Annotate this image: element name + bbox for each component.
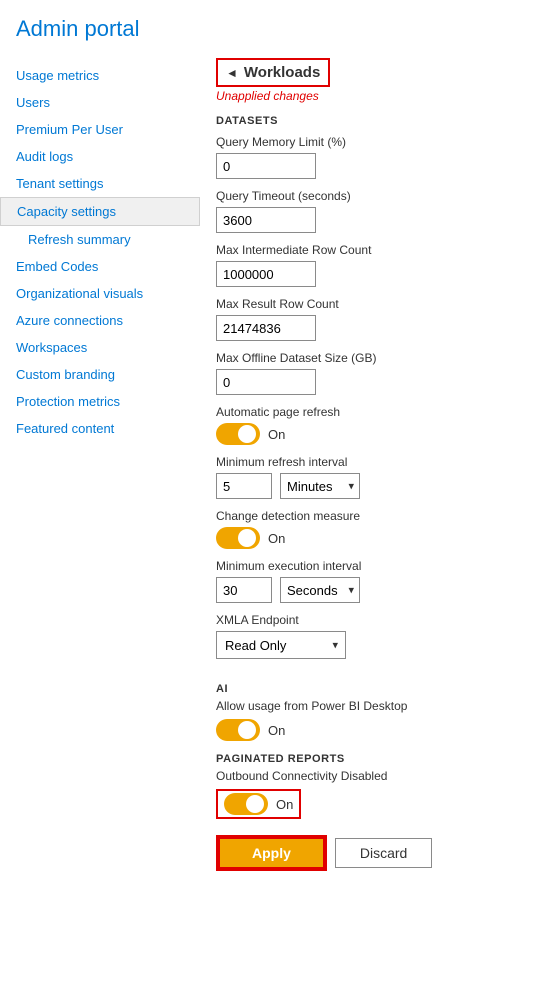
min-refresh-unit-wrapper: Minutes Hours Days <box>280 473 360 499</box>
query-memory-label: Query Memory Limit (%) <box>216 135 541 149</box>
sidebar-item-tenant-settings[interactable]: Tenant settings <box>0 170 200 197</box>
ai-toggle-row: On <box>216 719 541 741</box>
sidebar-item-audit-logs[interactable]: Audit logs <box>0 143 200 170</box>
change-detection-toggle[interactable] <box>216 527 260 549</box>
change-detection-row: On <box>216 527 541 549</box>
main-layout: Usage metricsUsersPremium Per UserAudit … <box>0 58 557 887</box>
query-timeout-label: Query Timeout (seconds) <box>216 189 541 203</box>
sidebar: Usage metricsUsersPremium Per UserAudit … <box>0 58 200 887</box>
paginated-section-header: PAGINATED REPORTS <box>216 753 541 765</box>
max-result-label: Max Result Row Count <box>216 297 541 311</box>
auto-page-refresh-toggle-label: On <box>268 427 285 442</box>
toggle-thumb-4 <box>246 795 264 813</box>
min-execution-unit-wrapper: Seconds Minutes <box>280 577 360 603</box>
auto-page-refresh-label: Automatic page refresh <box>216 405 541 419</box>
min-refresh-row: Minutes Hours Days <box>216 473 541 499</box>
auto-page-refresh-row: On <box>216 423 541 445</box>
page-container: Admin portal Usage metricsUsersPremium P… <box>0 0 557 887</box>
ai-toggle[interactable] <box>216 719 260 741</box>
min-execution-input[interactable] <box>216 577 272 603</box>
min-execution-row: Seconds Minutes <box>216 577 541 603</box>
paginated-toggle-label: On <box>276 797 293 812</box>
max-result-field: Max Result Row Count <box>216 297 541 341</box>
xmla-label: XMLA Endpoint <box>216 613 541 627</box>
sidebar-item-workspaces[interactable]: Workspaces <box>0 334 200 361</box>
unapplied-changes-text: Unapplied changes <box>216 89 541 103</box>
paginated-toggle[interactable] <box>224 793 268 815</box>
change-detection-label: Change detection measure <box>216 509 541 523</box>
sidebar-item-users[interactable]: Users <box>0 89 200 116</box>
page-title: Admin portal <box>0 16 557 58</box>
discard-button[interactable]: Discard <box>335 838 432 868</box>
sidebar-item-capacity-settings[interactable]: Capacity settings <box>0 197 200 226</box>
apply-button[interactable]: Apply <box>218 837 325 869</box>
ai-section-header: AI <box>216 683 541 695</box>
xmla-select[interactable]: Off Read Only Read Write <box>216 631 346 659</box>
max-result-input[interactable] <box>216 315 316 341</box>
query-timeout-field: Query Timeout (seconds) <box>216 189 541 233</box>
max-offline-field: Max Offline Dataset Size (GB) <box>216 351 541 395</box>
min-refresh-input[interactable] <box>216 473 272 499</box>
paginated-sub-label: Outbound Connectivity Disabled <box>216 769 541 783</box>
min-refresh-label: Minimum refresh interval <box>216 455 541 469</box>
sidebar-item-embed-codes[interactable]: Embed Codes <box>0 253 200 280</box>
max-offline-label: Max Offline Dataset Size (GB) <box>216 351 541 365</box>
max-intermediate-field: Max Intermediate Row Count <box>216 243 541 287</box>
max-offline-input[interactable] <box>216 369 316 395</box>
ai-toggle-label: On <box>268 723 285 738</box>
ai-sub-label: Allow usage from Power BI Desktop <box>216 699 541 713</box>
max-intermediate-input[interactable] <box>216 261 316 287</box>
sidebar-item-premium-per-user[interactable]: Premium Per User <box>0 116 200 143</box>
sidebar-item-organizational-visuals[interactable]: Organizational visuals <box>0 280 200 307</box>
max-intermediate-label: Max Intermediate Row Count <box>216 243 541 257</box>
sidebar-item-usage-metrics[interactable]: Usage metrics <box>0 62 200 89</box>
change-detection-toggle-label: On <box>268 531 285 546</box>
xmla-select-wrapper: Off Read Only Read Write <box>216 631 346 659</box>
toggle-thumb-3 <box>238 721 256 739</box>
action-row: Apply Discard <box>216 835 541 871</box>
main-content: ◄ Workloads Unapplied changes DATASETS Q… <box>200 58 557 887</box>
sidebar-item-protection-metrics[interactable]: Protection metrics <box>0 388 200 415</box>
min-execution-unit-select[interactable]: Seconds Minutes <box>280 577 360 603</box>
sidebar-item-custom-branding[interactable]: Custom branding <box>0 361 200 388</box>
min-execution-label: Minimum execution interval <box>216 559 541 573</box>
workloads-header[interactable]: ◄ Workloads <box>216 58 330 87</box>
apply-btn-wrapper: Apply <box>216 835 327 871</box>
workloads-title: Workloads <box>244 64 320 81</box>
min-refresh-unit-select[interactable]: Minutes Hours Days <box>280 473 360 499</box>
collapse-arrow-icon: ◄ <box>226 66 238 80</box>
sidebar-item-featured-content[interactable]: Featured content <box>0 415 200 442</box>
query-memory-field: Query Memory Limit (%) <box>216 135 541 179</box>
auto-page-refresh-toggle[interactable] <box>216 423 260 445</box>
sidebar-item-refresh-summary[interactable]: Refresh summary <box>0 226 200 253</box>
datasets-section-header: DATASETS <box>216 115 541 127</box>
toggle-thumb <box>238 425 256 443</box>
sidebar-item-azure-connections[interactable]: Azure connections <box>0 307 200 334</box>
query-timeout-input[interactable] <box>216 207 316 233</box>
query-memory-input[interactable] <box>216 153 316 179</box>
toggle-thumb-2 <box>238 529 256 547</box>
paginated-toggle-wrapper[interactable]: On <box>216 789 301 819</box>
